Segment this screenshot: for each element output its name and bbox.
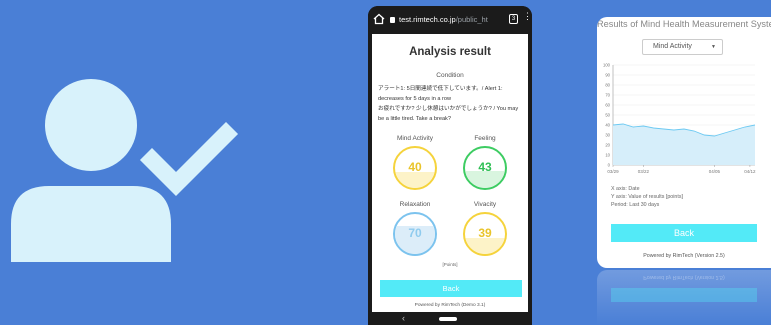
nav-back-icon[interactable]: ‹ <box>402 312 405 325</box>
x-tick-label: 03/29 <box>607 169 619 174</box>
alert-line-2: お疲れですか? 少し休憩はいかがでしょうか? / You may be a li… <box>378 106 519 122</box>
chevron-down-icon: ▼ <box>711 44 716 50</box>
browser-bar: test.rimtech.co.jp/public_ht 3 ⋮ <box>368 6 532 34</box>
condition-label: Condition <box>436 72 464 79</box>
gauge-label: Feeling <box>474 135 496 142</box>
url-path: /public_ht <box>455 15 488 24</box>
info-period: Period: Last 30 days <box>611 202 660 208</box>
y-tick-label: 100 <box>603 63 611 68</box>
lock-icon <box>390 17 395 23</box>
y-tick-label: 0 <box>608 163 611 168</box>
gauge-label: Mind Activity <box>396 135 434 142</box>
gauge-label: Relaxation <box>399 201 431 208</box>
y-tick-label: 10 <box>605 153 610 158</box>
gauge-vivacity: Vivacity 39 <box>450 200 520 256</box>
y-tick-label: 90 <box>605 73 610 78</box>
gauge-value: 40 <box>408 160 422 174</box>
phone-nav-bar: ‹ <box>368 312 532 325</box>
points-label: [Points] <box>442 262 458 267</box>
gauge-ring: 40 <box>393 146 437 190</box>
phone-mockup: test.rimtech.co.jp/public_ht 3 ⋮ Analysi… <box>368 6 532 325</box>
gauge-relaxation: Relaxation 70 <box>380 200 450 256</box>
page-title: Analysis result <box>409 46 491 58</box>
back-button[interactable]: Back <box>380 280 522 297</box>
gauge-label: Vivacity <box>473 201 497 208</box>
y-tick-label: 70 <box>605 93 610 98</box>
y-tick-label: 40 <box>605 123 610 128</box>
y-tick-label: 30 <box>605 133 610 138</box>
home-pill-icon[interactable] <box>439 317 457 321</box>
reflection-text: Powered by RimTech (Version 2.5) <box>643 274 725 280</box>
metric-select-value: Mind Activity <box>653 43 692 50</box>
info-y-axis: Y axis: Value of results [points] <box>611 194 683 200</box>
results-back-button[interactable]: Back <box>611 224 757 242</box>
gauge-value: 39 <box>478 226 492 240</box>
results-title: Results of Mind Health Measurement Syste… <box>597 19 771 29</box>
results-powered-by: Powered by RimTech (Version 2.5) <box>643 253 725 259</box>
x-tick-label: 04/05 <box>709 169 721 174</box>
y-tick-label: 50 <box>605 113 610 118</box>
gauge-ring: 70 <box>393 212 437 256</box>
gauge-value: 70 <box>408 226 422 240</box>
alert-text: アラート1: 5日間連続で低下しています。/ Alert 1: decrease… <box>378 84 524 124</box>
address-bar[interactable]: test.rimtech.co.jp/public_ht <box>390 12 506 27</box>
y-tick-label: 60 <box>605 103 610 108</box>
url-host: test.rimtech.co.jp <box>399 15 456 24</box>
user-check-icon <box>11 79 239 262</box>
results-chart: 0 10 20 30 40 50 60 70 80 90 100 03/22 03/29 04/05 04/… <box>603 63 756 175</box>
powered-by: Powered by RimTech (Demo 3.1) <box>414 303 486 308</box>
x-tick-label: 03/22 <box>638 169 650 174</box>
x-tick-label: 04/12 <box>744 169 756 174</box>
gauge-ring: 39 <box>463 212 507 256</box>
metric-select[interactable]: Mind Activity ▼ <box>642 39 723 55</box>
reflection-bar <box>611 288 757 302</box>
tabs-button[interactable]: 3 <box>509 14 518 24</box>
y-tick-label: 80 <box>605 83 610 88</box>
panel-reflection: Powered by RimTech (Version 2.5) <box>597 270 771 325</box>
gauge-ring: 43 <box>463 146 507 190</box>
alert-line-1: アラート1: 5日間連続で低下しています。/ Alert 1: decrease… <box>378 86 503 102</box>
gauge-feeling: Feeling 43 <box>450 134 520 190</box>
menu-icon[interactable]: ⋮ <box>523 12 532 26</box>
gauge-value: 43 <box>478 160 492 174</box>
chart-info: X axis: Date Y axis: Value of results [p… <box>611 185 683 209</box>
results-panel: Results of Mind Health Measurement Syste… <box>597 17 771 268</box>
analysis-screen: Analysis result Condition アラート1: 5日間連続で低… <box>372 34 528 312</box>
gauge-mind-activity: Mind Activity 40 <box>380 134 450 190</box>
y-tick-label: 20 <box>605 143 610 148</box>
home-icon[interactable] <box>373 13 385 25</box>
info-x-axis: X axis: Date <box>611 186 640 192</box>
